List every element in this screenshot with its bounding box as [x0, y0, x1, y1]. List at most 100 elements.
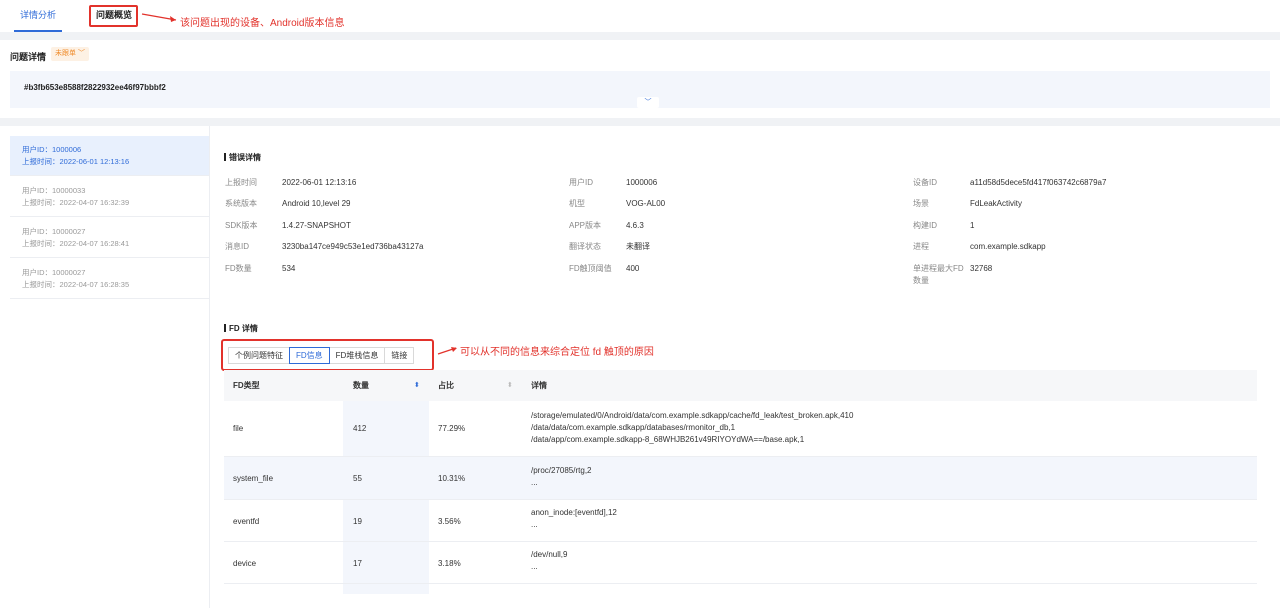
- kv-value: 534: [282, 264, 296, 273]
- kv-label: FD数量: [225, 264, 252, 273]
- count-cell: 19: [353, 517, 362, 526]
- detail-line: /dev/null,9: [531, 550, 568, 559]
- report-time: 上报时间：2022-04-07 16:28:35: [22, 280, 130, 289]
- count-cell: 55: [353, 474, 362, 483]
- detail-line: ...: [531, 478, 538, 487]
- kv-label: FD触顶阈值: [569, 264, 612, 273]
- ratio-cell: 77.29%: [438, 424, 466, 433]
- user-id: 用户ID：10000033: [22, 186, 86, 195]
- user-id: 用户ID：1000006: [22, 145, 82, 154]
- kv-value: 3230ba147ce949c53e1ed736ba43127a: [282, 242, 424, 251]
- count-cell-bg: [343, 584, 429, 594]
- annotation-arrow-icon: [437, 347, 457, 355]
- kv-value: Android 10,level 29: [282, 199, 351, 208]
- detail-cell: anon_inode:[eventfd],12 ...: [531, 507, 617, 531]
- expand-chevron-icon[interactable]: ﹀: [637, 97, 659, 108]
- header-ratio[interactable]: 占比: [438, 380, 454, 391]
- detail-cell: /proc/27085/rtg,2 ...: [531, 465, 591, 489]
- detail-line: anon_inode:[eventfd],12: [531, 508, 617, 517]
- table-row: device 17 3.18% /dev/null,9 ...: [224, 542, 1257, 584]
- kv-label: 上报时间: [225, 178, 257, 187]
- table-row: file 412 77.29% /storage/emulated/0/Andr…: [224, 401, 1257, 457]
- header-count[interactable]: 数量: [353, 380, 369, 391]
- report-time: 上报时间：2022-06-01 12:13:16: [22, 157, 130, 166]
- chevron-down-icon: ﹀: [77, 50, 85, 57]
- report-time: 上报时间：2022-04-07 16:32:39: [22, 198, 130, 207]
- count-cell: 17: [353, 559, 362, 568]
- kv-value: 400: [626, 264, 640, 273]
- kv-label: 翻译状态: [569, 242, 601, 251]
- detail-cell: /storage/emulated/0/Android/data/com.exa…: [531, 410, 853, 446]
- kv-value: com.example.sdkapp: [970, 242, 1046, 251]
- kv-label: SDK版本: [225, 221, 258, 230]
- table-header: FD类型 数量 ⬍ 占比 ⬍ 详情: [224, 370, 1257, 401]
- kv-label: 用户ID: [569, 178, 593, 187]
- issue-detail-title: 问题详情: [10, 52, 47, 62]
- kv-label: 消息ID: [225, 242, 249, 251]
- detail-line: /data/data/com.example.sdkapp/databases/…: [531, 423, 736, 432]
- user-report-item[interactable]: 用户ID：10000027 上报时间：2022-04-07 16:28:41: [10, 218, 209, 258]
- detail-line: /proc/27085/rtg,2: [531, 466, 592, 475]
- fd-type-cell: device: [233, 559, 257, 568]
- ratio-cell: 3.18%: [438, 559, 461, 568]
- detail-line: /data/app/com.example.sdkapp-8_68WHJB261…: [531, 435, 805, 444]
- kv-value: VOG-AL00: [626, 199, 666, 208]
- issue-detail-panel: 问题详情 未跟单 ﹀ #b3fb653e8588f2822932ee46f97b…: [0, 40, 1280, 118]
- detail-cell: /dev/null,9 ...: [531, 549, 567, 573]
- main-panel: 用户ID：1000006 上报时间：2022-06-01 12:13:16 用户…: [0, 126, 1280, 608]
- table-row: [224, 584, 1257, 594]
- kv-label: 设备ID: [913, 178, 937, 187]
- detail-line: /storage/emulated/0/Android/data/com.exa…: [531, 411, 854, 420]
- annotation-arrow-icon: [141, 13, 177, 22]
- user-report-item[interactable]: 用户ID：1000006 上报时间：2022-06-01 12:13:16: [10, 136, 209, 176]
- annotation-highlight-box: [89, 5, 138, 27]
- table-row: eventfd 19 3.56% anon_inode:[eventfd],12…: [224, 500, 1257, 542]
- user-report-item[interactable]: 用户ID：10000027 上报时间：2022-04-07 16:28:35: [10, 259, 209, 299]
- kv-value: FdLeakActivity: [970, 199, 1023, 208]
- kv-value: 未翻译: [626, 242, 650, 251]
- status-label: 未跟单: [55, 50, 76, 57]
- issue-hash-box: #b3fb653e8588f2822932ee46f97bbbf2 ﹀: [10, 71, 1270, 108]
- header-fd-type: FD类型: [233, 381, 260, 390]
- annotation-fd-sources: 可以从不同的信息来综合定位 fd 触顶的原因: [460, 347, 654, 358]
- kv-value: 1: [970, 221, 975, 230]
- report-time: 上报时间：2022-04-07 16:28:41: [22, 239, 130, 248]
- kv-label: 场景: [913, 199, 929, 208]
- kv-value: a11d58d5dece5fd417f063742c6879a7: [970, 178, 1107, 187]
- fd-type-cell: file: [233, 424, 244, 433]
- fd-type-cell: eventfd: [233, 517, 260, 526]
- ratio-cell: 10.31%: [438, 474, 466, 483]
- ratio-cell: 3.56%: [438, 517, 461, 526]
- kv-label: APP版本: [569, 221, 602, 230]
- user-report-list: 用户ID：1000006 上报时间：2022-06-01 12:13:16 用户…: [0, 126, 210, 608]
- fd-type-cell: system_file: [233, 474, 274, 483]
- kv-value: 32768: [970, 264, 993, 273]
- user-id: 用户ID：10000027: [22, 227, 86, 236]
- kv-label: 系统版本: [225, 199, 257, 208]
- kv-value: 2022-06-01 12:13:16: [282, 178, 357, 187]
- kv-value: 4.6.3: [626, 221, 644, 230]
- user-report-item[interactable]: 用户ID：10000033 上报时间：2022-04-07 16:32:39: [10, 177, 209, 217]
- count-cell: 412: [353, 424, 367, 433]
- table-row: system_file 55 10.31% /proc/27085/rtg,2 …: [224, 457, 1257, 500]
- fd-info-button[interactable]: FD信息: [289, 347, 330, 364]
- status-dropdown[interactable]: 未跟单 ﹀: [51, 47, 89, 61]
- sort-icon[interactable]: ⬍: [507, 381, 513, 389]
- fd-details-title: FD 详情: [224, 323, 258, 334]
- sort-icon[interactable]: ⬍: [414, 381, 420, 389]
- kv-value: 1.4.27-SNAPSHOT: [282, 221, 351, 230]
- kv-label: 单进程最大FD: [913, 264, 964, 273]
- detail-line: ...: [531, 562, 538, 571]
- kv-value: 1000006: [626, 178, 658, 187]
- detail-line: ...: [531, 520, 538, 529]
- tab-detail-analysis[interactable]: 详情分析: [13, 0, 63, 32]
- annotation-device-info: 该问题出现的设备、Android版本信息: [180, 18, 345, 29]
- kv-label: 进程: [913, 242, 929, 251]
- error-details-title: 错误详情: [224, 152, 261, 163]
- user-id: 用户ID：10000027: [22, 268, 86, 277]
- kv-label: 构建ID: [913, 221, 937, 230]
- kv-label: 数量: [913, 276, 929, 285]
- issue-hash: #b3fb653e8588f2822932ee46f97bbbf2: [24, 83, 166, 92]
- kv-label: 机型: [569, 199, 585, 208]
- header-detail: 详情: [531, 381, 547, 390]
